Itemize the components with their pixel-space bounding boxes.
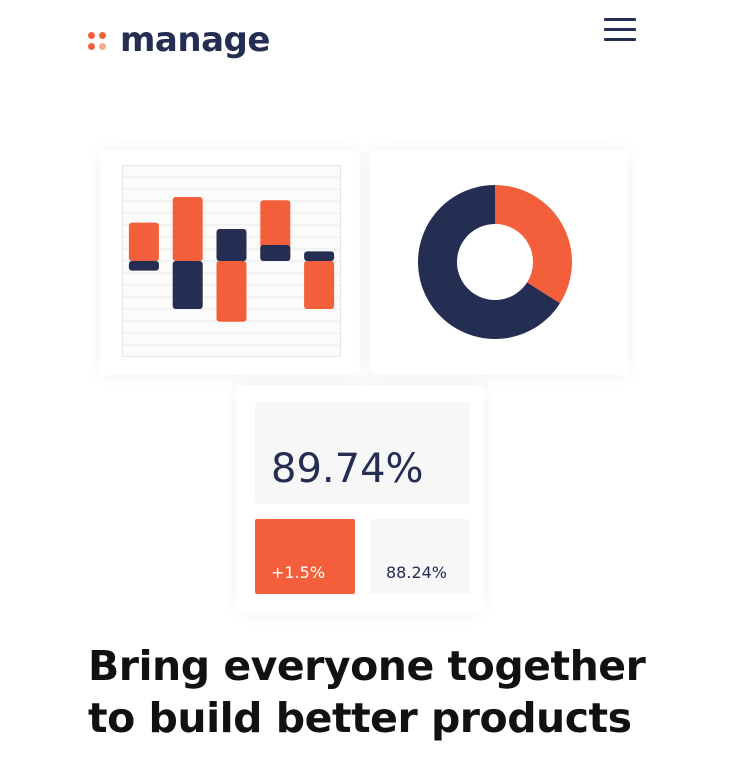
hero-headline-line-2: to build better products [88,694,632,742]
change-stat-panel: +1.5% [255,519,355,594]
donut-chart [418,185,572,339]
bar-chart [122,165,341,357]
change-stat-value: +1.5% [271,563,326,582]
bar-series-2-1 [128,261,159,271]
bar-series-2-3 [216,229,247,261]
logo-dots-icon [88,29,110,51]
hamburger-menu-button[interactable] [604,18,636,42]
bar-series-2-4 [260,245,291,261]
hamburger-icon-line [604,28,636,31]
hamburger-icon-line [604,38,636,41]
brand-logo[interactable]: manage [88,22,270,58]
bar-series-1-2 [172,197,203,261]
hero-headline: Bring everyone together to build better … [88,640,688,744]
bar-series-1-3 [216,261,247,322]
main-stat-panel: 89.74% [255,402,470,504]
brand-name: manage [120,20,270,60]
hamburger-icon [604,18,636,21]
secondary-stat-panel: 88.24% [370,519,470,594]
hero-headline-line-1: Bring everyone together [88,642,646,690]
bar-series-1-1 [128,222,159,261]
bar-series-1-5 [304,261,335,309]
main-stat-value: 89.74% [271,446,424,492]
bar-series-2-5 [304,251,335,261]
secondary-stat-value: 88.24% [386,563,448,582]
donut-slice-2 [495,185,572,304]
bar-series-2-2 [172,261,203,309]
